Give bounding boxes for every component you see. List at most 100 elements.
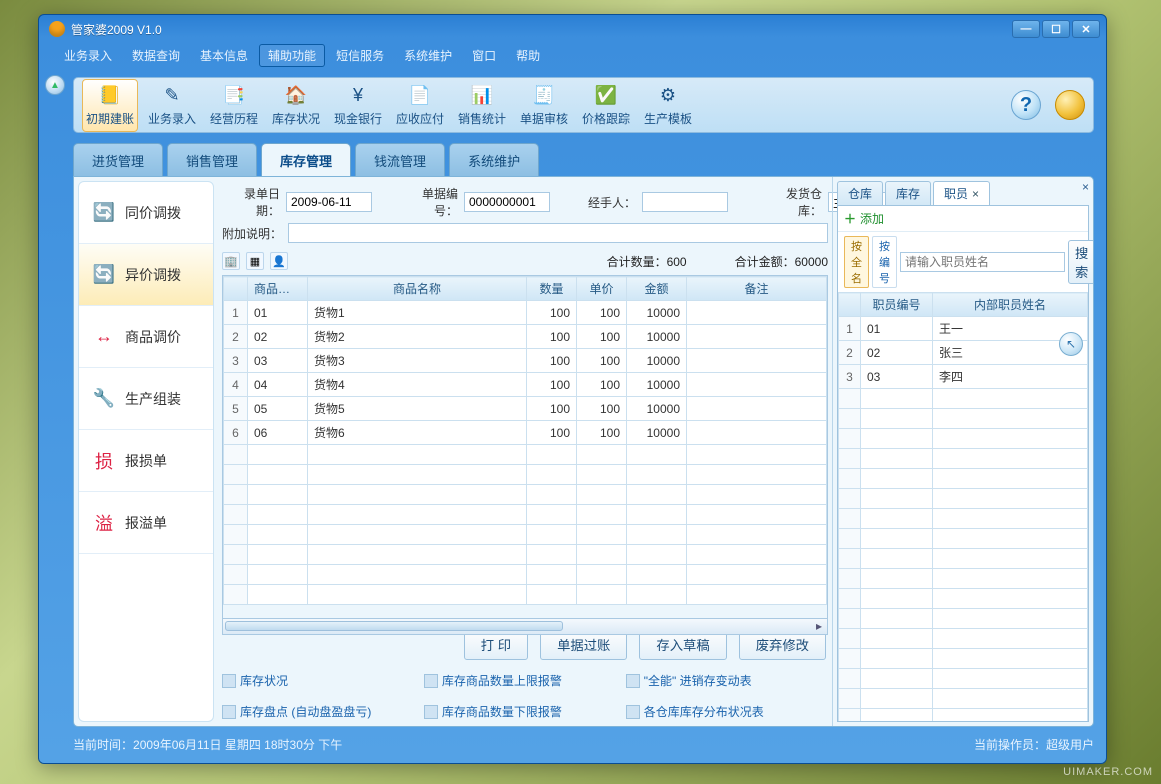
employee-search-input[interactable] [900, 252, 1065, 272]
gold-orb-icon[interactable] [1055, 90, 1085, 120]
table-row[interactable] [224, 445, 827, 465]
quick-link-5[interactable]: 各仓库库存分布状况表 [626, 703, 814, 720]
employee-row[interactable] [839, 389, 1088, 409]
module-tab-4[interactable]: 系统维护 [449, 143, 539, 176]
tool-5[interactable]: 📄应收应付 [392, 80, 448, 131]
employee-row[interactable] [839, 469, 1088, 489]
employee-row[interactable] [839, 489, 1088, 509]
tool-3[interactable]: 🏠库存状况 [268, 80, 324, 131]
date-input[interactable] [286, 192, 372, 212]
quick-link-3[interactable]: 库存盘点 (自动盘盈盘亏) [222, 703, 410, 720]
menu-0[interactable]: 业务录入 [55, 44, 121, 67]
table-row[interactable]: 303货物310010010000 [224, 349, 827, 373]
collapse-toolbar-button[interactable]: ▲ [45, 75, 65, 95]
menu-6[interactable]: 窗口 [463, 44, 505, 67]
sidebar-item-4[interactable]: 损报损单 [79, 430, 213, 492]
employee-row[interactable]: 101王一 [839, 317, 1088, 341]
table-row[interactable] [224, 545, 827, 565]
module-tab-3[interactable]: 钱流管理 [355, 143, 445, 176]
minimize-button[interactable]: — [1012, 20, 1040, 38]
table-row[interactable] [224, 505, 827, 525]
tool-8[interactable]: ✅价格跟踪 [578, 80, 634, 131]
table-row[interactable] [224, 465, 827, 485]
tool-4[interactable]: ¥现金银行 [330, 80, 386, 131]
employee-row[interactable] [839, 449, 1088, 469]
module-tab-2[interactable]: 库存管理 [261, 143, 351, 176]
table-row[interactable] [224, 565, 827, 585]
table-row[interactable] [224, 485, 827, 505]
tool-icon-9: ⚙ [654, 84, 682, 108]
quick-link-0[interactable]: 库存状况 [222, 672, 410, 689]
sidebar-item-5[interactable]: 溢报溢单 [79, 492, 213, 554]
employee-row[interactable] [839, 709, 1088, 722]
mini-icon-3[interactable]: 👤 [270, 252, 288, 270]
table-row[interactable]: 505货物510010010000 [224, 397, 827, 421]
employee-grid-scroll[interactable]: 职员编号内部职员姓名101王一202张三303李四 [838, 292, 1088, 721]
quick-link-2[interactable]: "全能" 进销存变动表 [626, 672, 814, 689]
employee-row[interactable] [839, 429, 1088, 449]
by-code-pill[interactable]: 按编号 [872, 236, 897, 288]
sidebar-item-3[interactable]: 🔧生产组装 [79, 368, 213, 430]
employee-row[interactable] [839, 529, 1088, 549]
right-tab-2[interactable]: 职员× [933, 181, 990, 205]
employee-row[interactable] [839, 589, 1088, 609]
menu-5[interactable]: 系统维护 [395, 44, 461, 67]
menu-1[interactable]: 数据查询 [123, 44, 189, 67]
scroll-right-icon[interactable]: ▸ [811, 619, 827, 633]
menu-3[interactable]: 辅助功能 [259, 44, 325, 67]
employee-row[interactable] [839, 569, 1088, 589]
module-tab-0[interactable]: 进货管理 [73, 143, 163, 176]
tool-1[interactable]: ✎业务录入 [144, 80, 200, 131]
maximize-button[interactable]: ☐ [1042, 20, 1070, 38]
mini-icon-1[interactable]: 🏢 [222, 252, 240, 270]
employee-row[interactable]: 202张三 [839, 341, 1088, 365]
employee-row[interactable] [839, 649, 1088, 669]
tool-icon-0: 📒 [96, 84, 124, 108]
table-row[interactable]: 404货物410010010000 [224, 373, 827, 397]
quick-link-4[interactable]: 库存商品数量下限报警 [424, 703, 612, 720]
remark-input[interactable] [288, 223, 828, 243]
table-row[interactable]: 202货物210010010000 [224, 325, 827, 349]
tool-6[interactable]: 📊销售统计 [454, 80, 510, 131]
table-row[interactable]: 606货物610010010000 [224, 421, 827, 445]
tool-0[interactable]: 📒初期建账 [82, 79, 138, 132]
menu-2[interactable]: 基本信息 [191, 44, 257, 67]
by-name-pill[interactable]: 按全名 [844, 236, 869, 288]
module-tab-1[interactable]: 销售管理 [167, 143, 257, 176]
tool-2[interactable]: 📑经营历程 [206, 80, 262, 131]
sidebar-item-0[interactable]: 🔄同价调拨 [79, 182, 213, 244]
billno-input[interactable] [464, 192, 550, 212]
employee-row[interactable]: 303李四 [839, 365, 1088, 389]
quick-link-1[interactable]: 库存商品数量上限报警 [424, 672, 612, 689]
help-icon[interactable]: ? [1011, 90, 1041, 120]
table-row[interactable] [224, 525, 827, 545]
mini-icon-2[interactable]: ▦ [246, 252, 264, 270]
horizontal-scrollbar[interactable]: ◂ ▸ [222, 619, 828, 635]
tab-close-icon[interactable]: × [972, 187, 979, 201]
close-button[interactable]: ✕ [1072, 20, 1100, 38]
employee-row[interactable] [839, 609, 1088, 629]
right-panel-close-icon[interactable]: × [1082, 180, 1089, 194]
tool-9[interactable]: ⚙生产模板 [640, 80, 696, 131]
employee-row[interactable] [839, 669, 1088, 689]
tool-7[interactable]: 🧾单据审核 [516, 80, 572, 131]
menu-7[interactable]: 帮助 [507, 44, 549, 67]
right-tab-1[interactable]: 库存 [885, 181, 931, 205]
add-button[interactable]: ＋ 添加 [838, 206, 1088, 232]
sidebar-item-1[interactable]: 🔄异价调拨 [79, 244, 213, 306]
employee-row[interactable] [839, 509, 1088, 529]
table-row[interactable] [224, 585, 827, 605]
menu-4[interactable]: 短信服务 [327, 44, 393, 67]
employee-row[interactable] [839, 549, 1088, 569]
sidebar-item-2[interactable]: ↔商品调价 [79, 306, 213, 368]
employee-row[interactable] [839, 689, 1088, 709]
handler-input[interactable] [642, 192, 728, 212]
table-row[interactable]: 101货物110010010000 [224, 301, 827, 325]
search-button[interactable]: 搜索 [1068, 240, 1094, 284]
employee-row[interactable] [839, 409, 1088, 429]
status-bar: 当前时间：2009年06月11日 星期四 18时30分 下午 当前操作员：超级用… [73, 733, 1094, 755]
employee-row[interactable] [839, 629, 1088, 649]
main-grid-scroll[interactable]: 商品编号商品名称数量单价金额备注101货物110010010000202货物21… [222, 275, 828, 619]
right-tab-0[interactable]: 仓库 [837, 181, 883, 205]
scroll-thumb[interactable] [225, 621, 563, 631]
